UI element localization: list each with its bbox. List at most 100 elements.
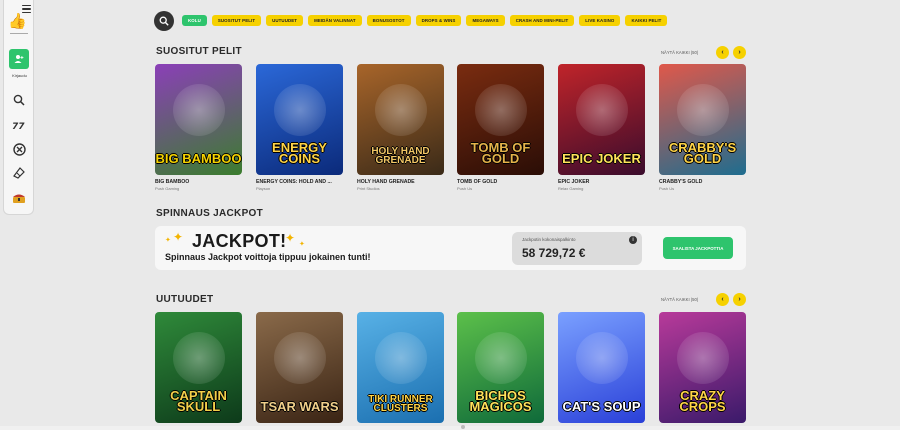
new-next-button[interactable]: › [733, 293, 746, 306]
game-art-title: CAPTAIN SKULL [170, 387, 227, 415]
new-section-title: UUTUUDET [156, 294, 214, 305]
game-art-title: ENERGY COINS [272, 139, 327, 167]
treasure-chest-icon[interactable] [11, 190, 27, 206]
tab-crash-and-mini-pelit[interactable]: CRASH AND MINI-PELIT [509, 15, 575, 26]
game-provider: Print Studios [357, 186, 380, 191]
ticket-icon[interactable] [11, 165, 27, 181]
hunt-jackpot-button[interactable]: SAALISTA JACKPOTTIA [663, 237, 733, 259]
game-art-title: BIG BAMBOO [155, 151, 242, 167]
tab-kaikki-pelit[interactable]: KAIKKI PELIT [625, 15, 668, 26]
game-name[interactable]: ENERGY COINS: HOLD AND ... [256, 179, 343, 185]
tab-suositut-pelit[interactable]: SUOSITUT PELIT [211, 15, 262, 26]
tab-uutuudet[interactable]: UUTUUDET [266, 15, 304, 26]
tab-bonusostot[interactable]: BONUSOSTOT [366, 15, 411, 26]
chevron-left-icon: ‹ [721, 296, 724, 303]
search-icon [159, 16, 169, 26]
game-art-glow [576, 332, 628, 384]
game-thumbnail[interactable]: HOLY HAND GRENADE [357, 64, 444, 175]
game-thumbnail[interactable]: TSAR WARS [256, 312, 343, 423]
game-thumbnail[interactable]: CRABBY'S GOLD [659, 64, 746, 175]
game-art-glow [475, 332, 527, 384]
game-art-title: TSAR WARS [260, 399, 339, 415]
game-name[interactable]: CRABBY'S GOLD [659, 179, 746, 185]
game-art-glow [375, 332, 427, 384]
category-tabs: KOLU SUOSITUT PELIT UUTUUDET MEIDÄN VALINNA… [182, 15, 668, 26]
game-card[interactable]: ENERGY COINS ENERGY COINS: HOLD AND ... Pl… [256, 64, 343, 191]
game-card[interactable]: CAPTAIN SKULL [155, 312, 242, 423]
popular-show-all-link[interactable]: NÄYTÄ KAIKKI (50) [661, 50, 698, 55]
sparkle-icon: ✦ [285, 231, 296, 245]
login-button[interactable] [9, 49, 29, 69]
game-thumbnail[interactable]: CRAZY CROPS [659, 312, 746, 423]
game-art-title: CRABBY'S GOLD [668, 139, 737, 167]
game-provider: Playson [256, 186, 271, 191]
game-art-glow [677, 332, 729, 384]
thumbs-up-icon[interactable]: 👍 [8, 12, 27, 30]
game-thumbnail[interactable]: TIKI RUNNER CLUSTERS [357, 312, 444, 423]
game-art-title: CRAZY CROPS [679, 387, 726, 415]
game-card[interactable]: CAT'S SOUP [558, 312, 645, 423]
game-card[interactable]: EPIC JOKER EPIC JOKER Relax Gaming [558, 64, 645, 191]
game-art-title: EPIC JOKER [562, 151, 641, 167]
sparkle-icon: ✦ [165, 237, 171, 244]
game-name[interactable]: BIG BAMBOO [155, 179, 242, 185]
game-thumbnail[interactable]: CAPTAIN SKULL [155, 312, 242, 423]
new-prev-button[interactable]: ‹ [716, 293, 729, 306]
new-show-all-link[interactable]: NÄYTÄ KAIKKI (50) [661, 297, 698, 302]
scroll-indicator [461, 425, 465, 429]
jackpot-total-box: Jackpotin kokonaispalkinto 58 729,72 € i [512, 232, 642, 265]
game-provider: Relax Gaming [558, 186, 584, 191]
jackpot-banner: ✦ ✦ JACKPOT! ✦ ✦ Spinnaus Jackpot voitto… [155, 226, 746, 270]
page-bottom-bar [0, 426, 900, 430]
tab-live-kasino[interactable]: LIVE KASINO [579, 15, 621, 26]
popular-section-title: SUOSITUT PELIT [156, 46, 242, 57]
game-thumbnail[interactable]: BIG BAMBOO [155, 64, 242, 175]
game-card[interactable]: HOLY HAND GRENADE HOLY HAND GRENADE Print … [357, 64, 444, 191]
jackpot-total-amount: 58 729,72 € [522, 246, 586, 260]
jackpot-subtitle: Spinnaus Jackpot voittoja tippuu jokaine… [165, 252, 371, 262]
user-plus-icon [14, 55, 24, 63]
game-thumbnail[interactable]: BICHOS MAGICOS [457, 312, 544, 423]
game-art-glow [475, 84, 527, 136]
game-art-glow [274, 84, 326, 136]
game-provider: Push Us [457, 186, 473, 191]
login-label[interactable]: Kirjaudu [4, 73, 35, 78]
game-art-title: TIKI RUNNER CLUSTERS [368, 394, 433, 414]
chevron-left-icon: ‹ [721, 49, 724, 56]
game-art-title: BICHOS MAGICOS [469, 387, 532, 415]
game-name[interactable]: EPIC JOKER [558, 179, 645, 185]
game-card[interactable]: CRAZY CROPS [659, 312, 746, 423]
game-name[interactable]: TOMB OF GOLD [457, 179, 544, 185]
game-art-glow [274, 332, 326, 384]
popular-prev-button[interactable]: ‹ [716, 46, 729, 59]
game-provider: Push Gaming [155, 186, 180, 191]
tab-drops-wins[interactable]: DROPS & WINS [415, 15, 462, 26]
slots-icon[interactable]: 77 [11, 117, 27, 133]
game-thumbnail[interactable]: ENERGY COINS [256, 64, 343, 175]
game-card[interactable]: TSAR WARS [256, 312, 343, 423]
game-card[interactable]: BIG BAMBOO BIG BAMBOO Push Gaming [155, 64, 242, 191]
sidebar: 👍 Kirjaudu 77 [3, 0, 34, 215]
game-provider: Push Us [659, 186, 675, 191]
tab-megaways[interactable]: MEGAWAYS [466, 15, 505, 26]
casino-chip-icon[interactable] [11, 141, 27, 157]
game-thumbnail[interactable]: EPIC JOKER [558, 64, 645, 175]
game-name[interactable]: HOLY HAND GRENADE [357, 179, 444, 185]
game-thumbnail[interactable]: CAT'S SOUP [558, 312, 645, 423]
game-card[interactable]: CRABBY'S GOLD CRABBY'S GOLD Push Us [659, 64, 746, 191]
game-thumbnail[interactable]: TOMB OF GOLD [457, 64, 544, 175]
tab-meidän-valinnat[interactable]: MEIDÄN VALINNAT [308, 15, 362, 26]
game-card[interactable]: TIKI RUNNER CLUSTERS [357, 312, 444, 423]
search-icon[interactable] [11, 92, 27, 108]
games-search-button[interactable] [154, 11, 174, 31]
game-card[interactable]: BICHOS MAGICOS [457, 312, 544, 423]
info-icon[interactable]: i [629, 236, 637, 244]
popular-next-button[interactable]: › [733, 46, 746, 59]
game-card[interactable]: TOMB OF GOLD TOMB OF GOLD Push Us [457, 64, 544, 191]
svg-text:77: 77 [12, 122, 25, 130]
tab-kolu[interactable]: KOLU [182, 15, 207, 26]
new-games-row: CAPTAIN SKULL TSAR WARS TIKI RUNNER CLUSTE… [155, 312, 746, 430]
jackpot-section-title: SPINNAUS JACKPOT [156, 208, 264, 219]
sparkle-icon: ✦ [173, 230, 184, 244]
sparkle-icon: ✦ [299, 241, 305, 248]
